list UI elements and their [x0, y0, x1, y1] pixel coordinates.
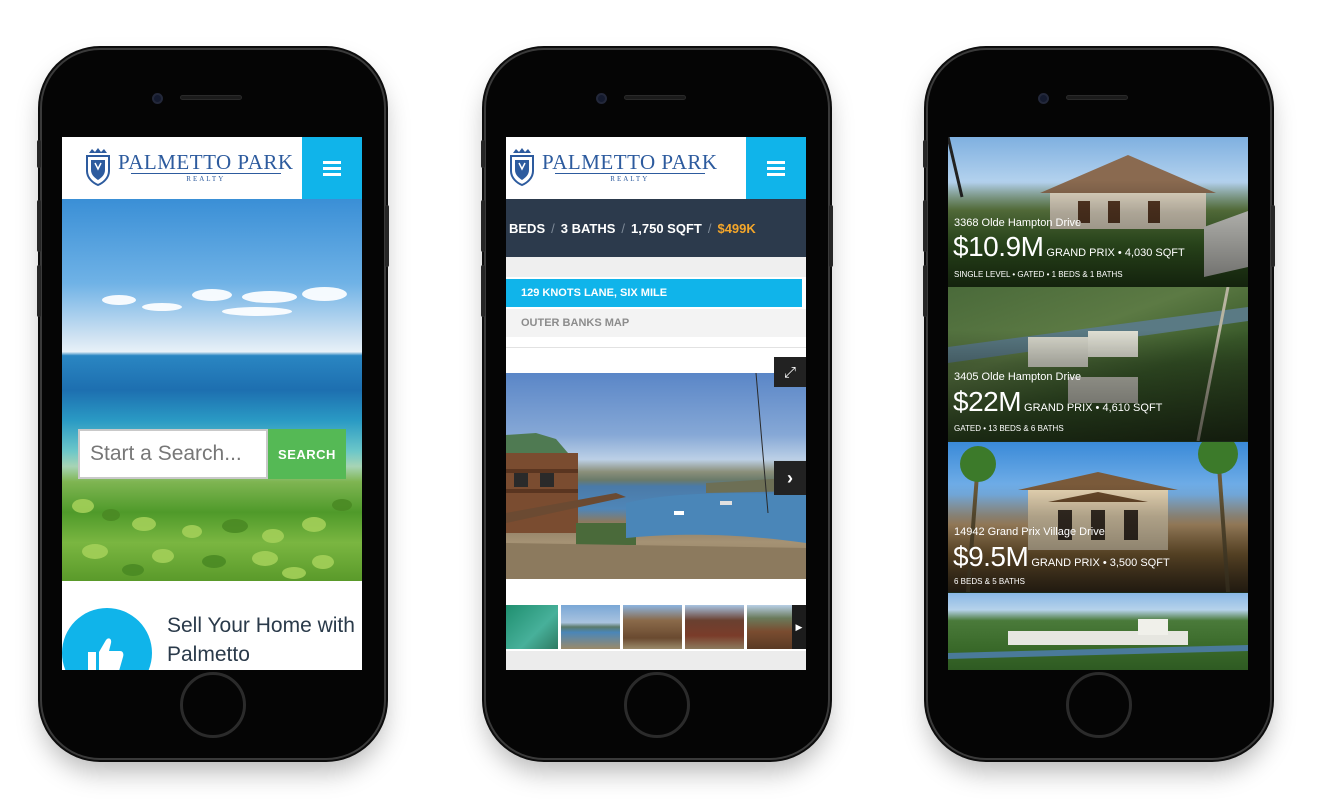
listings-screen: 3368 Olde Hampton Drive $10.9M GRAND PRI… — [948, 137, 1248, 670]
listing-details: GRAND PRIX • 4,030 SQFT — [1046, 247, 1185, 259]
listing-features: GATED • 13 BEDS & 6 BATHS — [954, 424, 1064, 433]
listing-price: $9.5M — [953, 541, 1029, 572]
listing-address: 14942 Grand Prix Village Drive — [954, 526, 1105, 538]
home-screen: PALMETTO PARK REALTY Start a Search... S… — [62, 137, 362, 670]
lake-house-illustration — [506, 373, 806, 579]
earpiece-speaker — [1066, 95, 1128, 100]
listing-photo-lake-house — [506, 373, 806, 579]
front-camera — [596, 93, 607, 104]
photo-thumbnail[interactable] — [685, 605, 744, 649]
listing-features: SINGLE LEVEL • GATED • 1 BEDS & 1 BATHS — [954, 270, 1123, 279]
tab-address[interactable]: 129 KNOTS LANE, SIX MILE — [506, 279, 802, 307]
menu-button[interactable] — [746, 137, 806, 199]
spec-beds: BEDS — [509, 220, 546, 236]
menu-button[interactable] — [302, 137, 362, 199]
listing-card[interactable]: 3368 Olde Hampton Drive $10.9M GRAND PRI… — [948, 137, 1248, 289]
listing-details: GRAND PRIX • 4,610 SQFT — [1024, 402, 1163, 414]
listing-card[interactable]: 14942 Grand Prix Village Drive $9.5M GRA… — [948, 442, 1248, 592]
listing-price: $22M — [953, 386, 1022, 417]
expand-icon[interactable]: ⤢ — [774, 357, 806, 387]
front-camera — [152, 93, 163, 104]
thumbs-up-badge — [62, 608, 152, 670]
crest-logo-icon — [86, 148, 110, 187]
estate-illustration — [948, 619, 1248, 659]
footer-strip — [506, 651, 806, 670]
site-header: PALMETTO PARK REALTY — [506, 137, 806, 199]
listing-details: GRAND PRIX • 3,500 SQFT — [1031, 557, 1170, 569]
play-icon[interactable]: ▶ — [792, 605, 806, 649]
sell-home-section[interactable]: Sell Your Home with Palmetto — [62, 581, 362, 670]
hamburger-menu-icon — [323, 160, 341, 176]
earpiece-speaker — [624, 95, 686, 100]
listing-detail-screen: PALMETTO PARK REALTY BEDS / 3 BATHS / 1,… — [506, 137, 806, 670]
brand-subtitle: REALTY — [554, 173, 705, 183]
home-button[interactable] — [624, 672, 690, 738]
photo-thumbnail[interactable] — [506, 605, 558, 649]
tab-map[interactable]: OUTER BANKS MAP — [506, 309, 806, 337]
site-logo[interactable]: PALMETTO PARK REALTY — [508, 147, 718, 187]
spec-separator: / — [707, 220, 712, 236]
photo-thumbnail[interactable] — [561, 605, 620, 649]
site-header: PALMETTO PARK REALTY — [62, 137, 362, 199]
phone-mockup-listing-detail: PALMETTO PARK REALTY BEDS / 3 BATHS / 1,… — [481, 50, 833, 758]
listing-card[interactable]: 3405 Olde Hampton Drive $22M GRAND PRIX … — [948, 287, 1248, 441]
spec-baths: 3 BATHS — [560, 220, 616, 236]
search-bar: Start a Search... SEARCH — [78, 429, 346, 479]
site-logo[interactable]: PALMETTO PARK REALTY — [84, 147, 294, 187]
home-button[interactable] — [1066, 672, 1132, 738]
spec-sqft: 1,750 SQFT — [631, 220, 702, 236]
phone-mockup-home: PALMETTO PARK REALTY Start a Search... S… — [37, 50, 389, 758]
spacer — [506, 257, 806, 277]
thumbs-up-icon — [88, 638, 124, 670]
listing-price: $10.9M — [953, 231, 1044, 262]
spec-separator: / — [551, 220, 555, 236]
phone-mockup-listings: 3368 Olde Hampton Drive $10.9M GRAND PRI… — [923, 50, 1275, 758]
chevron-right-icon[interactable]: › — [774, 461, 806, 495]
search-input[interactable]: Start a Search... — [78, 429, 268, 479]
home-button[interactable] — [180, 672, 246, 738]
brand-subtitle: REALTY — [130, 173, 281, 183]
divider — [506, 347, 806, 348]
hero-beach-image — [62, 199, 362, 581]
listing-address: 3368 Olde Hampton Drive — [954, 217, 1082, 229]
property-specs-bar: BEDS / 3 BATHS / 1,750 SQFT / $499K — [506, 199, 806, 257]
brand-name: PALMETTO PARK — [118, 150, 294, 174]
search-button[interactable]: SEARCH — [268, 429, 346, 479]
brand-name: PALMETTO PARK — [542, 150, 718, 174]
photo-thumbnail[interactable] — [623, 605, 682, 649]
listing-address: 3405 Olde Hampton Drive — [954, 371, 1082, 383]
listing-features: 6 BEDS & 5 BATHS — [954, 577, 1025, 586]
spec-separator: / — [621, 220, 626, 236]
sell-home-heading: Sell Your Home with Palmetto — [167, 614, 355, 666]
front-camera — [1038, 93, 1049, 104]
photo-thumbnail-strip — [506, 605, 806, 649]
earpiece-speaker — [180, 95, 242, 100]
listing-card[interactable] — [948, 593, 1248, 670]
hamburger-menu-icon — [767, 160, 785, 176]
crest-logo-icon — [510, 148, 534, 187]
spec-price: $499K — [717, 220, 756, 236]
